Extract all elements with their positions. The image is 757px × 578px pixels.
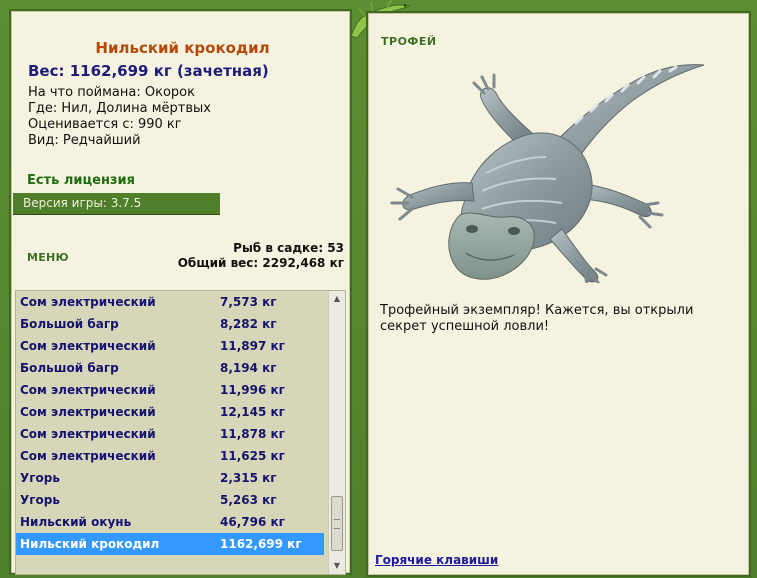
- trophy-rarity: Вид: Редчайший: [28, 133, 141, 148]
- catch-fish-name: Большой багр: [20, 317, 119, 331]
- catch-list-scrollbar[interactable]: ▲ ▼: [328, 291, 345, 574]
- catch-fish-name: Сом электрический: [20, 295, 156, 309]
- catch-fish-name: Сом электрический: [20, 449, 156, 463]
- crocodile-image: [390, 64, 705, 283]
- catch-list-item[interactable]: Нильский окунь 46,796 кг: [16, 511, 324, 533]
- catch-fish-name: Сом электрический: [20, 405, 156, 419]
- catch-fish-weight: 11,897 кг: [220, 339, 285, 353]
- hotkeys-link[interactable]: Горячие клавиши: [375, 553, 498, 567]
- catch-fish-weight: 12,145 кг: [220, 405, 285, 419]
- catch-list-item[interactable]: Нильский крокодил 1162,699 кг: [16, 533, 324, 555]
- catch-fish-name: Угорь: [20, 493, 60, 507]
- catch-fish-weight: 7,573 кг: [220, 295, 277, 309]
- catch-list-item[interactable]: Сом электрический 11,878 кг: [16, 423, 324, 445]
- menu-button[interactable]: МЕНЮ: [27, 251, 69, 264]
- catch-list-item[interactable]: Сом электрический 11,897 кг: [16, 335, 324, 357]
- catch-fish-name: Большой багр: [20, 361, 119, 375]
- trophy-bait: На что поймана: Окорок: [28, 85, 195, 100]
- trophy-fish-weight: Вес: 1162,699 кг (зачетная): [28, 62, 269, 80]
- catch-list-item[interactable]: Сом электрический 7,573 кг: [16, 291, 324, 313]
- catch-list-item[interactable]: Сом электрический 11,625 кг: [16, 445, 324, 467]
- catch-list-item[interactable]: Большой багр 8,282 кг: [16, 313, 324, 335]
- catch-fish-weight: 5,263 кг: [220, 493, 277, 507]
- catch-fish-name: Угорь: [20, 471, 60, 485]
- catch-fish-name: Сом электрический: [20, 383, 156, 397]
- trophy-info-panel: Нильский крокодил Вес: 1162,699 кг (заче…: [9, 9, 352, 575]
- game-version: Версия игры: 3.7.5: [13, 193, 220, 215]
- catch-fish-weight: 8,282 кг: [220, 317, 277, 331]
- trophy-panel: ТРОФЕЙ Трофейный экземпляр! Кажется, вы …: [366, 11, 751, 577]
- trophy-fish-name: Нильский крокодил: [95, 39, 270, 57]
- catch-fish-name: Сом электрический: [20, 427, 156, 441]
- catch-list-item[interactable]: Сом электрический 11,996 кг: [16, 379, 324, 401]
- scroll-down-arrow-icon[interactable]: ▼: [329, 558, 345, 574]
- catch-fish-weight: 1162,699 кг: [220, 537, 302, 551]
- trophy-location: Где: Нил, Долина мёртвых: [28, 101, 211, 116]
- keepnet-total-weight: Общий вес: 2292,468 кг: [177, 256, 344, 270]
- license-status: Есть лицензия: [27, 173, 135, 188]
- catch-list-item[interactable]: Угорь 2,315 кг: [16, 467, 324, 489]
- catch-fish-weight: 11,996 кг: [220, 383, 285, 397]
- catch-fish-name: Нильский крокодил: [20, 537, 160, 551]
- trophy-title: ТРОФЕЙ: [381, 35, 437, 48]
- catch-list-item[interactable]: Большой багр 8,194 кг: [16, 357, 324, 379]
- catch-fish-name: Нильский окунь: [20, 515, 132, 529]
- scroll-up-arrow-icon[interactable]: ▲: [329, 291, 345, 307]
- scroll-thumb[interactable]: [331, 496, 343, 551]
- catch-fish-weight: 46,796 кг: [220, 515, 285, 529]
- keepnet-fish-count: Рыб в садке: 53: [233, 241, 344, 255]
- trophy-message: Трофейный экземпляр! Кажется, вы открыли…: [380, 303, 694, 334]
- catch-fish-weight: 2,315 кг: [220, 471, 277, 485]
- catch-fish-weight: 8,194 кг: [220, 361, 277, 375]
- catch-list-items: Сом электрический 7,573 кг Большой багр 8,2…: [16, 291, 324, 555]
- catch-fish-name: Сом электрический: [20, 339, 156, 353]
- catch-list-item[interactable]: Сом электрический 12,145 кг: [16, 401, 324, 423]
- catch-fish-weight: 11,625 кг: [220, 449, 285, 463]
- catch-fish-weight: 11,878 кг: [220, 427, 285, 441]
- catch-list-item[interactable]: Угорь 5,263 кг: [16, 489, 324, 511]
- trophy-valued-from: Оценивается с: 990 кг: [28, 117, 182, 132]
- catch-list: Сом электрический 7,573 кг Большой багр 8,2…: [15, 290, 346, 575]
